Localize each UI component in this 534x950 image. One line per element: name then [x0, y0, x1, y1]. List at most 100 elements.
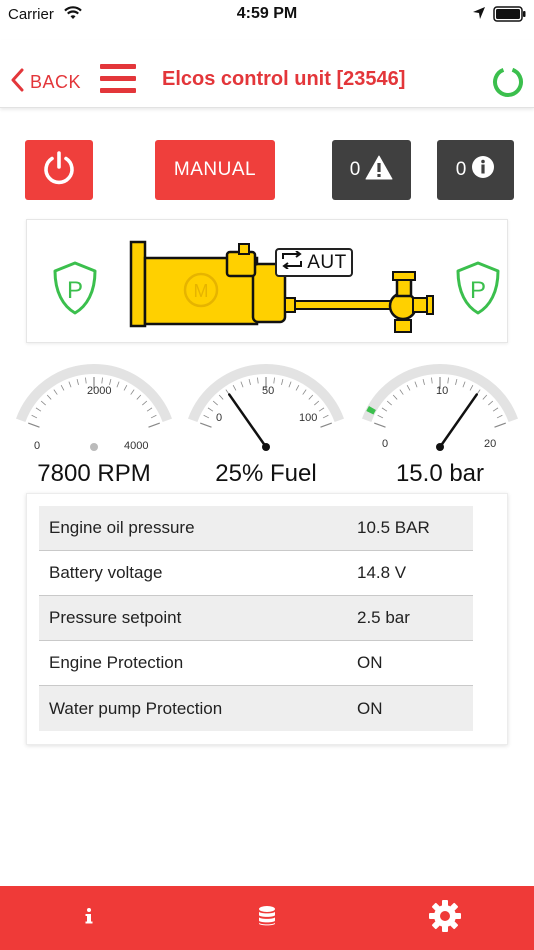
- gauge-tick: [136, 394, 142, 400]
- parameters-card: Engine oil pressure 10.5 BAR Battery vol…: [26, 493, 508, 745]
- param-value: 14.8 V: [357, 563, 407, 582]
- table-row: Engine Protection ON: [39, 641, 473, 686]
- gauge-tick: [462, 381, 466, 388]
- engine-protection-shield-icon: P: [51, 260, 99, 321]
- gauge-tick: [469, 385, 474, 391]
- pressure-reading: 15.0 bar: [395, 460, 485, 487]
- gauge-min-label: 0: [216, 412, 223, 424]
- bottom-tab-bar: [0, 886, 534, 950]
- gauge-tick: [85, 377, 87, 384]
- gauge-tick: [142, 400, 148, 406]
- info-icon: [84, 907, 94, 930]
- tab-info[interactable]: [60, 886, 118, 950]
- gauge-tick: [494, 422, 506, 428]
- right-shield-letter: P: [470, 277, 486, 304]
- gauge-tick: [431, 377, 433, 384]
- auto-mode-badge: AUT: [275, 248, 353, 277]
- gauge-tick: [130, 389, 135, 395]
- rpm-reading: 7800 RPM: [37, 460, 151, 487]
- gauge-tick: [53, 389, 58, 395]
- param-name: Water pump Protection: [49, 698, 223, 718]
- gauge-tick: [200, 422, 212, 428]
- param-value: 10.5 BAR: [357, 518, 430, 537]
- gauge-tick: [35, 407, 42, 412]
- alarms-button[interactable]: 0: [332, 140, 411, 200]
- navigation-bar: BACK Elcos control unit [23546]: [0, 40, 534, 108]
- gauge-tick: [381, 407, 388, 412]
- gauge-max-label: 20: [484, 438, 497, 450]
- gauge-hub: [262, 443, 270, 451]
- gauge-mid-label: 50: [262, 385, 275, 397]
- gauge-tick: [496, 414, 503, 419]
- gauge-tick: [320, 422, 332, 428]
- gauge-tick: [386, 400, 392, 406]
- gauge-tick: [374, 422, 386, 428]
- gauge-tick: [447, 377, 449, 384]
- power-button[interactable]: [25, 140, 93, 200]
- manual-button-label: MANUAL: [173, 159, 257, 180]
- gauge-mid-label: 2000: [87, 385, 112, 397]
- refresh-ring-icon[interactable]: [490, 64, 526, 105]
- gauge-tick: [422, 378, 425, 385]
- gauge-tick: [406, 385, 411, 391]
- param-name: Pressure setpoint: [49, 608, 182, 627]
- gauge-tick: [392, 394, 398, 400]
- gauge-tick: [273, 377, 275, 384]
- gauge-tick: [295, 385, 300, 391]
- gauge-tick: [68, 381, 72, 388]
- gauge-low-marker: [366, 406, 376, 415]
- back-button[interactable]: BACK: [10, 68, 81, 97]
- tab-settings[interactable]: [416, 886, 474, 950]
- unit-status-card: P M AUT P: [26, 219, 508, 343]
- left-shield-letter: P: [67, 277, 83, 304]
- gauge-mid-label: 10: [436, 385, 449, 397]
- chevron-left-icon: [10, 68, 24, 97]
- gauge-hub: [90, 443, 98, 451]
- param-value: 2.5 bar: [357, 608, 410, 627]
- gauge-hub: [436, 443, 444, 451]
- auto-mode-label: AUT: [307, 251, 347, 273]
- gauge-tick: [40, 400, 46, 406]
- table-row: Water pump Protection ON: [39, 686, 473, 731]
- gauge-tick: [150, 414, 157, 419]
- gauge-tick: [116, 381, 120, 388]
- gauge-tick: [146, 407, 153, 412]
- parameters-table: Engine oil pressure 10.5 BAR Battery vol…: [39, 506, 473, 731]
- pump-protection-shield-icon: P: [454, 260, 502, 321]
- param-name: Battery voltage: [49, 563, 163, 582]
- tab-data[interactable]: [238, 886, 296, 950]
- gauge-tick: [377, 414, 384, 419]
- rpm-gauge: 0 2000 4000 7800 RPM: [4, 362, 184, 492]
- warning-icon: [365, 155, 393, 186]
- gauge-tick: [322, 414, 329, 419]
- info-icon: [471, 155, 495, 185]
- info-count: 0: [455, 159, 467, 180]
- gauge-tick: [28, 422, 40, 428]
- gauge-tick: [240, 381, 244, 388]
- power-icon: [41, 150, 77, 191]
- gauge-tick: [60, 385, 65, 391]
- info-button[interactable]: 0: [437, 140, 514, 200]
- database-icon: [257, 905, 277, 932]
- gauge-tick: [308, 394, 314, 400]
- gauge-tick: [257, 377, 259, 384]
- gauge-needle: [228, 393, 268, 449]
- gauge-tick: [212, 400, 218, 406]
- auto-cycle-icon: [281, 250, 303, 274]
- gauge-tick: [288, 381, 292, 388]
- gauge-tick: [482, 394, 488, 400]
- hamburger-menu-icon[interactable]: [100, 64, 136, 96]
- gauge-tick: [399, 389, 404, 395]
- manual-mode-button[interactable]: MANUAL: [155, 140, 275, 200]
- gauge-needle: [438, 393, 478, 449]
- engine-emblem-letter: M: [194, 281, 209, 301]
- gauge-tick: [281, 378, 284, 385]
- table-row: Engine oil pressure 10.5 BAR: [39, 506, 473, 551]
- gauge-tick: [207, 407, 214, 412]
- gauge-min-label: 0: [382, 438, 389, 450]
- alarm-count: 0: [349, 159, 361, 180]
- fuel-gauge: 0 50 100 25% Fuel: [176, 362, 356, 492]
- param-name: Engine oil pressure: [49, 518, 195, 537]
- gauge-min-label: 0: [34, 440, 41, 452]
- battery-icon: [493, 6, 527, 27]
